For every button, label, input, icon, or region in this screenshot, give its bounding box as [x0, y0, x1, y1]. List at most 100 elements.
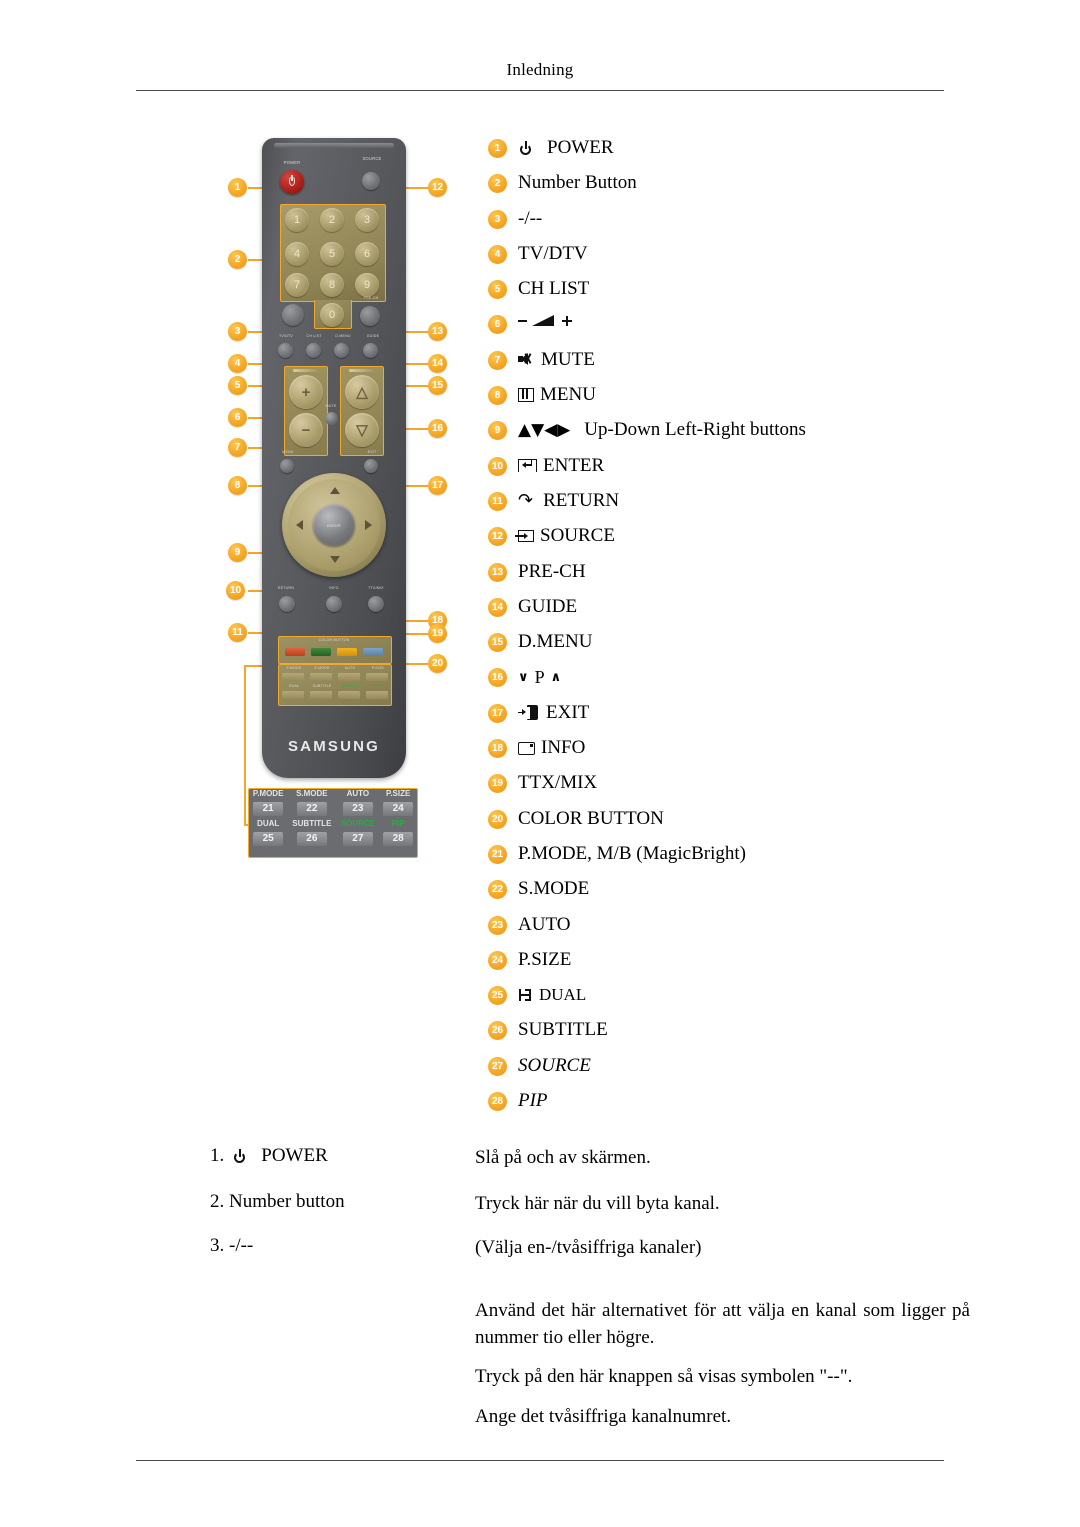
color-button-red[interactable] — [285, 648, 305, 656]
callout-badge-13: 13 — [428, 322, 447, 341]
key-8[interactable]: 8 — [320, 273, 344, 297]
legend-text-3: -/-- — [518, 208, 542, 230]
d-menu-label: D.MENU — [335, 334, 351, 338]
legend-label-22: S.MODE — [518, 878, 590, 900]
legend-label-13: PRE-CH — [518, 560, 586, 582]
color-button-green[interactable] — [311, 648, 331, 656]
nav-left-icon[interactable] — [296, 520, 303, 530]
source-button[interactable] — [362, 172, 380, 190]
info-label: INFO — [329, 586, 339, 590]
legend-text-8: MENU — [518, 384, 596, 406]
manual-page: Inledning POWER SOURCE 1 2 3 4 5 6 7 8 9… — [0, 0, 1080, 1527]
fn-dual-button[interactable] — [282, 691, 304, 699]
detail-bracket-vert — [244, 665, 246, 825]
legend-badge-8: 8 — [488, 386, 507, 406]
legend-row-24: 24 P.SIZE — [488, 949, 1008, 985]
legend-badge-9: 9 — [488, 421, 507, 441]
info-button[interactable] — [326, 596, 342, 612]
description-text-2: Tryck här när du vill byta kanal. — [475, 1193, 720, 1214]
legend-text-18: INFO — [518, 737, 585, 759]
key-4[interactable]: 4 — [285, 242, 309, 266]
mute-button[interactable] — [325, 412, 338, 425]
description-row-3: 3. -/-- (Välja en-/tvåsiffriga kanaler) — [190, 1235, 980, 1275]
nav-down-icon[interactable] — [330, 556, 340, 563]
exit-button[interactable] — [364, 459, 378, 473]
nav-right-icon[interactable] — [365, 520, 372, 530]
legend-row-1: 1 POWER — [488, 137, 1008, 173]
fn-source-button[interactable] — [338, 691, 360, 699]
legend-text-22: S.MODE — [518, 878, 589, 900]
legend-row-14: 14 GUIDE — [488, 595, 1008, 632]
callout-badge-15: 15 — [428, 376, 447, 395]
fn-s-mode-button[interactable] — [310, 673, 332, 681]
fn-subtitle-button[interactable] — [310, 691, 332, 699]
color-button-yellow[interactable] — [337, 648, 357, 656]
fn-pip-button[interactable] — [366, 691, 388, 699]
fn-p-size-button[interactable] — [366, 673, 388, 681]
detail-key-24: 24 — [383, 802, 414, 816]
ttx-mix-button[interactable] — [368, 596, 384, 612]
legend-text-24: P.SIZE — [518, 949, 571, 971]
fn-p-mode-label: P.MODE — [286, 666, 302, 670]
description-label-text-1: POWER — [261, 1145, 328, 1166]
legend-badge-25: 25 — [488, 986, 507, 1006]
key-0[interactable]: 0 — [320, 303, 344, 327]
fn-pip-label: PIP — [374, 684, 382, 688]
legend-label-14: GUIDE — [518, 595, 578, 617]
key-9[interactable]: 9 — [355, 273, 379, 297]
navigation-pad[interactable]: ENTER — [282, 473, 386, 577]
key-7[interactable]: 7 — [285, 273, 309, 297]
pre-ch-button[interactable] — [360, 306, 380, 326]
legend-row-17: 17 EXIT — [488, 702, 1008, 738]
detail-key-26: 26 — [296, 832, 327, 846]
callout-badge-8: 8 — [228, 476, 247, 495]
key-2[interactable]: 2 — [320, 208, 344, 232]
legend-list: 1 POWER 2 Number Button 3 -/-- 4 TV/DTV — [488, 137, 1008, 1126]
color-button-group: COLOR BUTTON — [278, 636, 392, 664]
fn-p-mode-button[interactable] — [282, 673, 304, 681]
pre-ch-label: PRE-CH — [363, 296, 379, 300]
legend-row-20: 20 COLOR BUTTON — [488, 808, 1008, 844]
legend-label-23: AUTO — [518, 913, 571, 935]
channel-up-button[interactable]: △ — [345, 375, 379, 409]
legend-label-27: SOURCE — [518, 1054, 591, 1076]
key-5[interactable]: 5 — [320, 242, 344, 266]
detail-key-27: 27 — [342, 832, 373, 846]
legend-badge-26: 26 — [488, 1021, 507, 1041]
legend-row-22: 22 S.MODE — [488, 878, 1008, 914]
channel-rocker-group: △ ▽ — [340, 366, 384, 456]
color-button-blue[interactable] — [363, 648, 383, 656]
legend-label-3: -/-- — [518, 207, 543, 229]
tv-dtv-button[interactable] — [278, 343, 293, 358]
dash-dashdash-button[interactable] — [282, 304, 304, 326]
enter-button[interactable]: ENTER — [313, 504, 355, 546]
legend-row-6: 6 — [488, 314, 1008, 349]
volume-down-button[interactable]: − — [289, 413, 323, 447]
fn-source-label: SOURCE — [341, 684, 359, 688]
menu-button[interactable] — [280, 459, 294, 473]
legend-text-2: Number Button — [518, 172, 637, 194]
detail-callout-box: P.MODE S.MODE AUTO P.SIZE 21 22 23 24 DU… — [248, 788, 418, 858]
key-3[interactable]: 3 — [355, 208, 379, 232]
return-button[interactable] — [279, 596, 295, 612]
exit-label: EXIT — [367, 450, 377, 454]
power-button[interactable] — [280, 170, 304, 194]
power-label: POWER — [283, 160, 301, 165]
description-text-3: (Välja en-/tvåsiffriga kanaler) — [475, 1237, 702, 1258]
key-1[interactable]: 1 — [285, 208, 309, 232]
key-6[interactable]: 6 — [355, 242, 379, 266]
power-icon-small — [232, 1148, 247, 1164]
legend-text-16: ∨ P ∧ — [518, 666, 561, 688]
callout-badge-2: 2 — [228, 250, 247, 269]
nav-up-icon[interactable] — [330, 487, 340, 494]
samsung-logo: SAMSUNG — [287, 738, 381, 755]
d-menu-button[interactable] — [334, 343, 349, 358]
guide-button[interactable] — [363, 343, 378, 358]
channel-down-button[interactable]: ▽ — [345, 413, 379, 447]
legend-badge-15: 15 — [488, 633, 507, 653]
ch-list-button[interactable] — [306, 343, 321, 358]
description-label-1: 1. POWER — [210, 1145, 460, 1167]
fn-s-mode-label: S.MODE — [314, 666, 330, 670]
legend-badge-14: 14 — [488, 597, 507, 617]
fn-auto-button[interactable] — [338, 673, 360, 681]
